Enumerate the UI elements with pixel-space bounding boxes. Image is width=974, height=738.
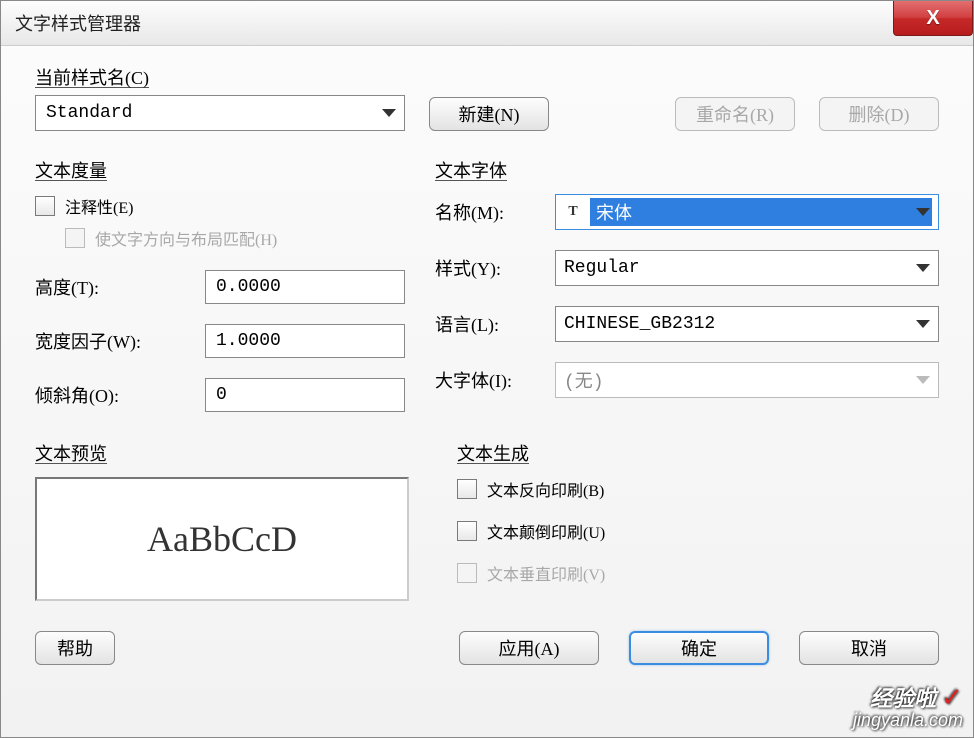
match-orientation-checkbox xyxy=(65,228,85,248)
current-style-col: 当前样式名(C) Standard xyxy=(35,68,405,131)
vertical-label: 文本垂直印刷(V) xyxy=(487,561,605,585)
upsidedown-row[interactable]: 文本颠倒印刷(U) xyxy=(457,519,939,543)
chevron-down-icon xyxy=(916,376,930,384)
font-language-value: CHINESE_GB2312 xyxy=(564,314,715,334)
preview-label-text: 文本预览 xyxy=(35,445,107,464)
font-language-row: 语言(L): CHINESE_GB2312 xyxy=(435,306,939,342)
font-name-label: 名称(M): xyxy=(435,199,555,225)
rename-button: 重命名(R) xyxy=(675,97,795,131)
backwards-label: 文本反向印刷(B) xyxy=(487,477,604,501)
preview-box: AaBbCcD xyxy=(35,477,409,601)
width-factor-input[interactable]: 1.0000 xyxy=(205,324,405,358)
lower-row: 文本预览 AaBbCcD 文本生成 文本反向印刷(B) 文本颠倒印刷(U) xyxy=(35,444,939,601)
width-factor-row: 宽度因子(W): 1.0000 xyxy=(35,324,405,358)
text-font-label-text: 文本字体 xyxy=(435,162,507,181)
annotative-checkbox[interactable] xyxy=(35,196,55,216)
chevron-down-icon xyxy=(916,208,930,216)
height-row: 高度(T): 0.0000 xyxy=(35,270,405,304)
preview-sample: AaBbCcD xyxy=(147,518,297,560)
text-font-label: 文本字体 xyxy=(435,161,939,182)
font-language-label: 语言(L): xyxy=(435,311,555,337)
font-style-combo[interactable]: Regular xyxy=(555,250,939,286)
big-font-combo: (无) xyxy=(555,362,939,398)
titlebar: 文字样式管理器 X xyxy=(1,1,973,46)
vertical-row: 文本垂直印刷(V) xyxy=(457,561,939,585)
check-icon: ✓ xyxy=(941,682,963,712)
font-language-combo[interactable]: CHINESE_GB2312 xyxy=(555,306,939,342)
chevron-down-icon xyxy=(916,264,930,272)
chevron-down-icon xyxy=(916,320,930,328)
font-style-value: Regular xyxy=(564,258,640,278)
watermark-line2: jingyanla.com xyxy=(853,711,963,731)
middle-row: 文本度量 注释性(E) 使文字方向与布局匹配(H) 高度(T): 0.0000 … xyxy=(35,161,939,418)
height-label: 高度(T): xyxy=(35,274,205,300)
oblique-label: 倾斜角(O): xyxy=(35,382,205,408)
match-orientation-label: 使文字方向与布局匹配(H) xyxy=(95,226,277,250)
annotative-row[interactable]: 注释性(E) xyxy=(35,194,405,218)
content-area: 当前样式名(C) Standard 新建(N) 重命名(R) 删除(D) 文本度… xyxy=(1,46,973,679)
oblique-row: 倾斜角(O): 0 xyxy=(35,378,405,412)
font-name-value: 宋体 xyxy=(590,198,932,226)
upsidedown-label: 文本颠倒印刷(U) xyxy=(487,519,605,543)
width-factor-label: 宽度因子(W): xyxy=(35,328,205,354)
current-style-value: Standard xyxy=(46,103,132,123)
big-font-label: 大字体(I): xyxy=(435,367,555,393)
text-measure-group: 文本度量 注释性(E) 使文字方向与布局匹配(H) 高度(T): 0.0000 … xyxy=(35,161,405,418)
font-style-row: 样式(Y): Regular xyxy=(435,250,939,286)
apply-button[interactable]: 应用(A) xyxy=(459,631,599,665)
current-style-combo[interactable]: Standard xyxy=(35,95,405,131)
new-button[interactable]: 新建(N) xyxy=(429,97,549,131)
text-generation-label: 文本生成 xyxy=(457,444,939,465)
text-measure-label-text: 文本度量 xyxy=(35,162,107,181)
text-generation-label-text: 文本生成 xyxy=(457,445,529,464)
top-row: 当前样式名(C) Standard 新建(N) 重命名(R) 删除(D) xyxy=(35,68,939,131)
current-style-label-text: 当前样式名(C) xyxy=(35,69,149,88)
vertical-checkbox xyxy=(457,563,477,583)
delete-button: 删除(D) xyxy=(819,97,939,131)
chevron-down-icon xyxy=(382,109,396,117)
dialog-window: 文字样式管理器 X 当前样式名(C) Standard 新建(N) 重命名(R)… xyxy=(0,0,974,738)
close-icon: X xyxy=(926,7,939,30)
help-button[interactable]: 帮助 xyxy=(35,631,115,665)
oblique-input[interactable]: 0 xyxy=(205,378,405,412)
backwards-checkbox[interactable] xyxy=(457,479,477,499)
font-name-combo[interactable]: T 宋体 xyxy=(555,194,939,230)
annotative-label: 注释性(E) xyxy=(65,194,133,218)
big-font-value: (无) xyxy=(564,367,604,393)
font-style-label: 样式(Y): xyxy=(435,255,555,281)
backwards-row[interactable]: 文本反向印刷(B) xyxy=(457,477,939,501)
text-generation-group: 文本生成 文本反向印刷(B) 文本颠倒印刷(U) 文本垂直印刷(V) xyxy=(457,444,939,601)
upsidedown-checkbox[interactable] xyxy=(457,521,477,541)
bottom-row: 帮助 应用(A) 确定 取消 xyxy=(35,631,939,665)
watermark: 经验啦 ✓ jingyanla.com xyxy=(853,683,963,731)
preview-label: 文本预览 xyxy=(35,444,409,465)
truetype-icon: T xyxy=(562,204,584,220)
preview-group: 文本预览 AaBbCcD xyxy=(35,444,409,601)
ok-button[interactable]: 确定 xyxy=(629,631,769,665)
cancel-button[interactable]: 取消 xyxy=(799,631,939,665)
window-title: 文字样式管理器 xyxy=(15,10,141,36)
close-button[interactable]: X xyxy=(893,1,973,36)
text-measure-label: 文本度量 xyxy=(35,161,405,182)
current-style-label: 当前样式名(C) xyxy=(35,68,405,89)
big-font-row: 大字体(I): (无) xyxy=(435,362,939,398)
watermark-line1: 经验啦 xyxy=(870,686,936,711)
match-orientation-row: 使文字方向与布局匹配(H) xyxy=(65,226,405,250)
text-font-group: 文本字体 名称(M): T 宋体 样式(Y): Regular xyxy=(435,161,939,418)
height-input[interactable]: 0.0000 xyxy=(205,270,405,304)
font-name-row: 名称(M): T 宋体 xyxy=(435,194,939,230)
